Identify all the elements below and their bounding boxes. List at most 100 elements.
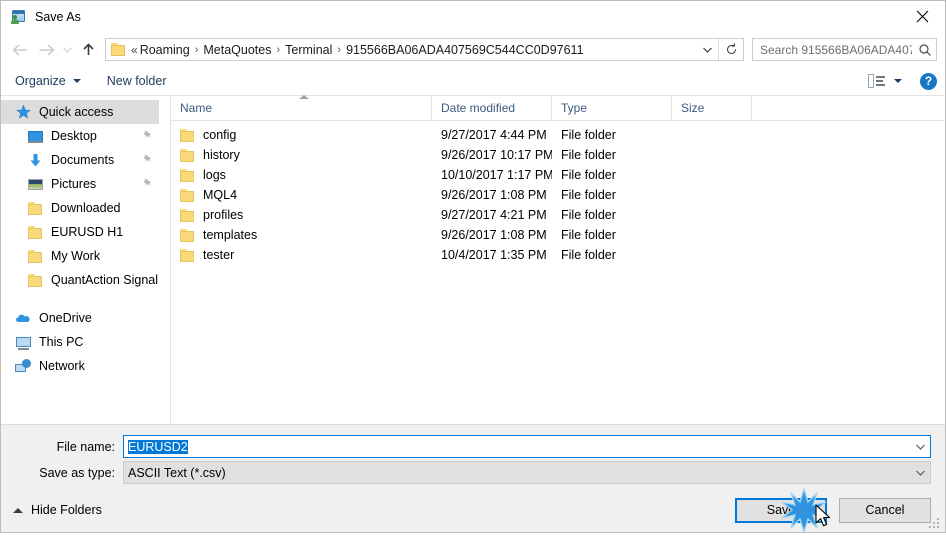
network-icon xyxy=(15,358,32,375)
sidebar-item-network[interactable]: Network xyxy=(1,354,170,378)
close-icon[interactable] xyxy=(899,1,945,31)
save-label: Save xyxy=(766,503,796,517)
folder-icon xyxy=(180,188,196,202)
table-row[interactable]: MQL4 9/26/2017 1:08 PM File folder xyxy=(171,185,945,205)
resize-grip-icon[interactable] xyxy=(929,516,942,529)
new-folder-button[interactable]: New folder xyxy=(107,74,167,88)
search-input[interactable] xyxy=(753,42,914,57)
table-row[interactable]: profiles 9/27/2017 4:21 PM File folder xyxy=(171,205,945,225)
table-row[interactable]: logs 10/10/2017 1:17 PM File folder xyxy=(171,165,945,185)
sidebar-item-downloaded[interactable]: Downloaded xyxy=(1,196,170,220)
cloud-icon xyxy=(15,310,32,327)
file-name-value-wrap: EURUSD2 xyxy=(124,439,910,454)
breadcrumb[interactable]: « Roaming › MetaQuotes › Terminal › 9155… xyxy=(105,38,744,61)
cell-name: MQL4 xyxy=(171,188,432,202)
column-label: Date modified xyxy=(441,101,516,115)
folder-icon xyxy=(111,43,127,56)
pin-icon[interactable] xyxy=(142,153,154,166)
sidebar-item-quick-access[interactable]: Quick access xyxy=(1,100,159,124)
recent-locations-chevron-icon[interactable] xyxy=(59,37,75,63)
cell-date: 9/26/2017 1:08 PM xyxy=(441,228,547,242)
table-row[interactable]: config 9/27/2017 4:44 PM File folder xyxy=(171,125,945,145)
sidebar-item-desktop[interactable]: Desktop xyxy=(1,124,170,148)
save-button[interactable]: Save xyxy=(735,497,827,523)
pin-icon[interactable] xyxy=(142,177,154,190)
chevron-down-icon[interactable] xyxy=(696,39,718,60)
star-icon xyxy=(15,104,32,121)
sidebar-item-label: Documents xyxy=(51,153,115,167)
breadcrumb-item-terminal[interactable]: Terminal xyxy=(285,43,332,57)
save-as-window-icon xyxy=(10,9,26,25)
table-row[interactable]: tester 10/4/2017 1:35 PM File folder xyxy=(171,245,945,265)
forward-arrow-icon[interactable] xyxy=(33,37,59,63)
search-box[interactable] xyxy=(752,38,937,61)
file-name: tester xyxy=(203,248,235,262)
refresh-icon[interactable] xyxy=(718,39,743,60)
pictures-icon xyxy=(27,176,44,193)
cell-name: history xyxy=(171,148,432,162)
help-icon[interactable]: ? xyxy=(920,72,937,90)
back-arrow-icon[interactable] xyxy=(7,37,33,63)
sidebar-item-label: EURUSD H1 xyxy=(51,225,124,239)
column-label: Name xyxy=(180,101,213,115)
cell-name: config xyxy=(171,128,432,142)
view-mode-button[interactable] xyxy=(868,74,902,88)
cell-type: File folder xyxy=(561,168,616,182)
dialog-footer: Hide Folders Save Cancel xyxy=(1,488,945,532)
window-title: Save As xyxy=(35,9,81,24)
cell-name: templates xyxy=(171,228,432,242)
breadcrumb-separator[interactable]: › xyxy=(276,44,280,56)
cell-name: tester xyxy=(171,248,432,262)
sidebar-item-label: This PC xyxy=(39,335,84,349)
sidebar-item-label: Quick access xyxy=(39,105,114,119)
cancel-button[interactable]: Cancel xyxy=(839,497,931,523)
column-header-name[interactable]: Name xyxy=(171,95,432,120)
column-header-date-modified[interactable]: Date modified xyxy=(432,96,552,120)
desktop-icon xyxy=(27,128,44,145)
sidebar-item-onedrive[interactable]: OneDrive xyxy=(1,306,170,330)
breadcrumb-overflow[interactable]: « xyxy=(131,43,138,57)
chevron-up-icon xyxy=(13,507,23,513)
file-rows: config 9/27/2017 4:44 PM File folder his… xyxy=(171,121,945,424)
table-row[interactable]: history 9/26/2017 10:17 PM File folder xyxy=(171,145,945,165)
breadcrumb-items: « Roaming › MetaQuotes › Terminal › 9155… xyxy=(131,43,696,57)
breadcrumb-separator[interactable]: › xyxy=(337,44,341,56)
breadcrumb-separator[interactable]: › xyxy=(195,44,199,56)
hide-folders-button[interactable]: Hide Folders xyxy=(11,503,102,517)
sidebar-item-documents[interactable]: Documents xyxy=(1,148,170,172)
breadcrumb-item-roaming[interactable]: Roaming xyxy=(140,43,190,57)
chevron-down-icon[interactable] xyxy=(910,469,930,477)
cell-type: File folder xyxy=(561,188,616,202)
file-type-value: ASCII Text (*.csv) xyxy=(128,465,226,480)
up-arrow-icon[interactable] xyxy=(75,37,101,63)
file-name-input[interactable]: EURUSD2 xyxy=(123,435,931,458)
breadcrumb-item-metaquotes[interactable]: MetaQuotes xyxy=(203,43,271,57)
sidebar-item-quantaction-signal[interactable]: QuantAction Signal xyxy=(1,268,170,292)
search-icon[interactable] xyxy=(914,43,936,57)
file-name-label: File name: xyxy=(56,439,115,454)
cell-type: File folder xyxy=(561,248,616,262)
view-mode-icon xyxy=(868,74,885,88)
sidebar-item-my-work[interactable]: My Work xyxy=(1,244,170,268)
folder-icon xyxy=(180,168,196,182)
file-type-row: Save as type: ASCII Text (*.csv) xyxy=(1,461,945,484)
sidebar-item-label: QuantAction Signal xyxy=(51,273,159,287)
sidebar-item-this-pc[interactable]: This PC xyxy=(1,330,170,354)
form-area: File name: EURUSD2 Save as type: ASCII T… xyxy=(1,424,945,488)
chevron-down-icon[interactable] xyxy=(910,443,930,451)
organize-button[interactable]: Organize xyxy=(15,74,81,88)
cell-date: 9/27/2017 4:44 PM xyxy=(441,128,547,142)
breadcrumb-item-terminal-id[interactable]: 915566BA06ADA407569C544CC0D97611 xyxy=(346,43,583,57)
table-row[interactable]: templates 9/26/2017 1:08 PM File folder xyxy=(171,225,945,245)
sidebar-item-pictures[interactable]: Pictures xyxy=(1,172,170,196)
sidebar-item-eurusd-h1[interactable]: EURUSD H1 xyxy=(1,220,170,244)
folder-icon xyxy=(180,228,196,242)
column-header-size[interactable]: Size xyxy=(672,96,752,120)
save-as-dialog: Save As « Roaming › MetaQuotes › Termina… xyxy=(0,0,946,535)
file-type-select[interactable]: ASCII Text (*.csv) xyxy=(123,461,931,484)
file-name: history xyxy=(203,148,240,162)
cell-name: logs xyxy=(171,168,432,182)
column-header-type[interactable]: Type xyxy=(552,96,672,120)
documents-icon xyxy=(27,152,44,169)
pin-icon[interactable] xyxy=(142,129,154,142)
